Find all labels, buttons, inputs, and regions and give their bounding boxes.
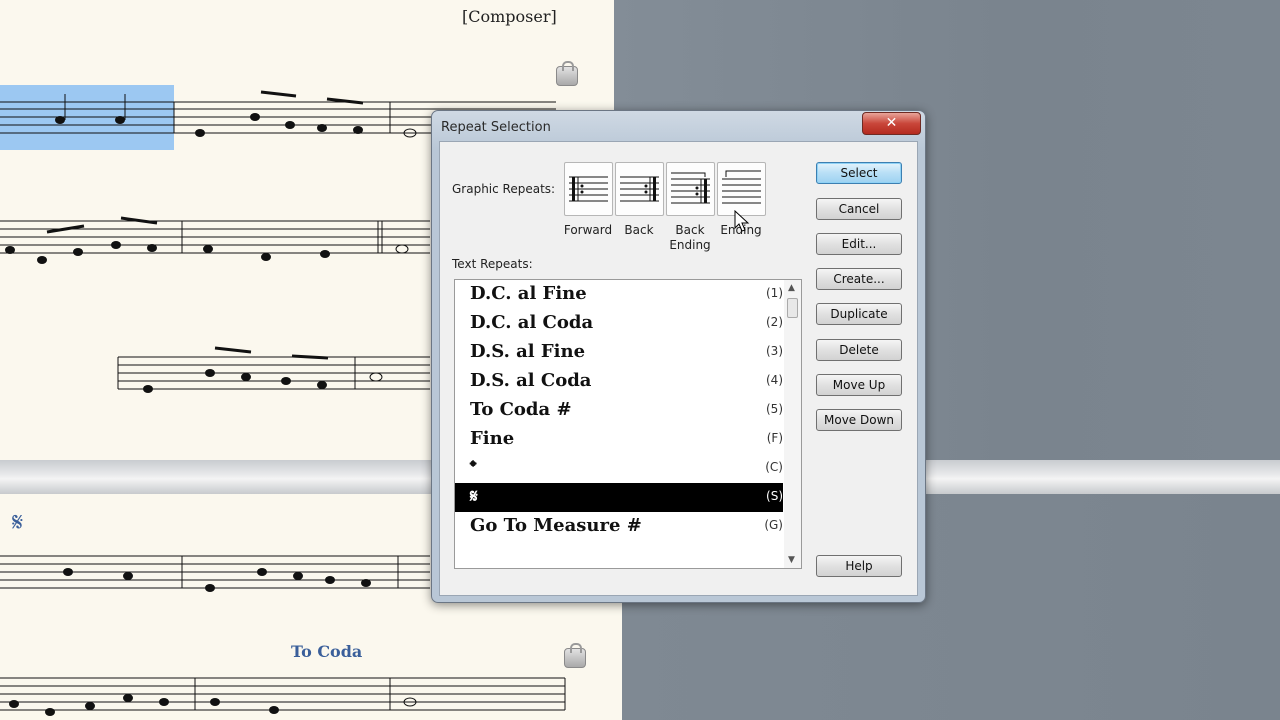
segno-marking[interactable]: 𝄋 — [12, 508, 23, 539]
segno-symbol-icon: 𝄋 — [470, 486, 478, 507]
list-item-shortcut: (S) — [766, 489, 783, 503]
composer-text: [Composer] — [462, 7, 557, 26]
lock-icon[interactable] — [564, 643, 586, 668]
text-repeats-label: Text Repeats: — [452, 257, 533, 271]
list-item-text: D.C. al Coda — [470, 312, 594, 333]
list-item-text: D.S. al Fine — [470, 341, 586, 362]
list-item-shortcut: (C) — [765, 460, 783, 474]
list-item[interactable]: 𝄌 (C) — [455, 454, 783, 483]
close-button[interactable]: ✕ — [862, 112, 921, 135]
help-button[interactable]: Help — [816, 555, 902, 577]
create-button[interactable]: Create... — [816, 268, 902, 290]
back-repeat-icon — [620, 176, 659, 202]
coda-symbol-icon: 𝄌 — [470, 457, 477, 478]
list-item-shortcut: (G) — [764, 518, 783, 532]
delete-button[interactable]: Delete — [816, 339, 902, 361]
list-item-shortcut: (2) — [766, 315, 783, 329]
list-scrollbar[interactable]: ▲ ▼ — [784, 280, 801, 568]
ending-icon — [722, 170, 761, 204]
list-item[interactable]: D.C. al Fine (1) — [455, 280, 783, 309]
list-item-shortcut: (3) — [766, 344, 783, 358]
list-item[interactable]: D.S. al Coda (4) — [455, 367, 783, 396]
forward-repeat-button[interactable] — [564, 162, 613, 216]
dialog-title: Repeat Selection — [441, 120, 551, 135]
scroll-up-icon[interactable]: ▲ — [788, 283, 795, 293]
list-item[interactable]: Fine (F) — [455, 425, 783, 454]
list-item[interactable]: Go To Measure # (G) — [455, 512, 783, 541]
graphic-repeats-label: Graphic Repeats: — [452, 182, 556, 196]
back-ending-caption-line2: Ending — [669, 238, 711, 252]
lock-icon[interactable] — [556, 61, 578, 86]
duplicate-button[interactable]: Duplicate — [816, 303, 902, 325]
select-button[interactable]: Select — [816, 162, 902, 184]
list-item-text: D.C. al Fine — [470, 283, 587, 304]
list-item-shortcut: (F) — [766, 431, 783, 445]
edit-button[interactable]: Edit... — [816, 233, 902, 255]
list-item[interactable]: D.C. al Coda (2) — [455, 309, 783, 338]
list-item-text: D.S. al Coda — [470, 370, 592, 391]
repeat-selection-dialog: Repeat Selection ✕ Graphic Repeats: Forw… — [431, 110, 926, 603]
back-ending-button[interactable] — [666, 162, 715, 216]
move-up-button[interactable]: Move Up — [816, 374, 902, 396]
forward-repeat-icon — [569, 176, 608, 202]
list-item-text: Fine — [470, 428, 515, 449]
to-coda-marking[interactable]: To Coda — [291, 642, 362, 661]
list-item-shortcut: (5) — [766, 402, 783, 416]
cancel-button[interactable]: Cancel — [816, 198, 902, 220]
scroll-down-icon[interactable]: ▼ — [788, 555, 795, 565]
dialog-content: Graphic Repeats: Forward Back Back Endin… — [439, 141, 918, 596]
list-item[interactable]: To Coda # (5) — [455, 396, 783, 425]
list-item-shortcut: (1) — [766, 286, 783, 300]
mouse-cursor-icon — [734, 210, 750, 232]
move-down-button[interactable]: Move Down — [816, 409, 902, 431]
back-repeat-button[interactable] — [615, 162, 664, 216]
text-repeats-list[interactable]: D.C. al Fine (1) D.C. al Coda (2) D.S. a… — [454, 279, 802, 569]
list-item-selected[interactable]: 𝄋 (S) — [455, 483, 783, 512]
list-item-text: Go To Measure # — [470, 515, 642, 536]
list-item[interactable]: D.S. al Fine (3) — [455, 338, 783, 367]
list-item-shortcut: (4) — [766, 373, 783, 387]
back-ending-icon — [671, 172, 710, 204]
list-item-text: To Coda # — [470, 399, 572, 420]
scroll-thumb[interactable] — [787, 298, 798, 318]
ending-button[interactable] — [717, 162, 766, 216]
